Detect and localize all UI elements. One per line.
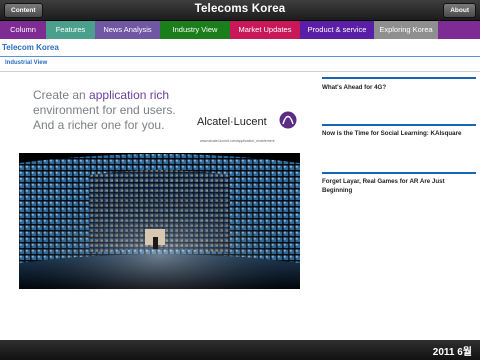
ad-headline-line3: And a richer one for you.	[33, 118, 165, 132]
top-bar: Content Telecoms Korea About	[0, 0, 480, 21]
ad-url: www.alcatel-lucent.com/application_enabl…	[200, 139, 275, 143]
ad-photo-screens	[19, 153, 300, 289]
article-divider	[322, 77, 476, 79]
ad-headline-line2: environment for end users.	[33, 103, 176, 117]
tab-industry-view[interactable]: Industry View	[160, 21, 230, 39]
article-link-ar-games[interactable]: Forget Layar, Real Games for AR Are Just…	[322, 177, 476, 195]
tab-features[interactable]: Features	[46, 21, 95, 39]
article-divider	[322, 124, 476, 126]
article-divider	[322, 172, 476, 174]
about-button[interactable]: About	[443, 3, 476, 18]
article-link-4g[interactable]: What's Ahead for 4G?	[322, 83, 476, 92]
app-title: Telecoms Korea	[194, 3, 286, 15]
tab-exploring-korea[interactable]: Exploring Korea	[374, 21, 438, 39]
advertisement[interactable]: Create an application rich environment f…	[19, 77, 300, 289]
issue-date: 2011 6월	[432, 347, 472, 358]
brand-logo-icon	[279, 111, 297, 129]
category-nav: Column Features News Analysis Industry V…	[0, 21, 480, 39]
bottom-bar: 2011 6월	[0, 340, 480, 360]
tab-news-analysis[interactable]: News Analysis	[95, 21, 160, 39]
nav-filler	[438, 21, 480, 39]
tab-market-updates[interactable]: Market Updates	[230, 21, 300, 39]
ad-headline: Create an application rich environment f…	[33, 88, 213, 133]
section-subtitle: Industrial View	[0, 60, 480, 72]
tab-column[interactable]: Column	[0, 21, 46, 39]
article-link-social-learning[interactable]: Now is the Time for Social Learning: KAI…	[322, 129, 476, 138]
ad-headline-pre: Create an	[33, 88, 90, 102]
tab-product-service[interactable]: Product & service	[300, 21, 374, 39]
ad-headline-highlight: application rich	[89, 88, 170, 102]
brand-logo-text: Alcatel·Lucent	[197, 116, 267, 128]
section-title: Telecom Korea	[0, 43, 480, 57]
